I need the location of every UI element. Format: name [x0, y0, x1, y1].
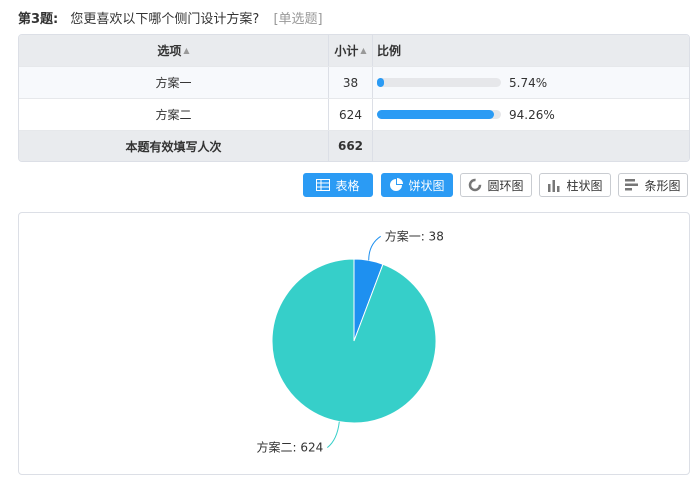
- question-header: 第3题: 您更喜欢以下哪个侧门设计方案? [单选题]: [18, 8, 323, 27]
- table-row: 方案一 38 5.74%: [19, 67, 689, 99]
- header-ratio-label: 比例: [377, 44, 402, 58]
- row-ratio: 5.74%: [373, 67, 689, 98]
- sort-icon[interactable]: ▲: [360, 46, 366, 55]
- table-button[interactable]: 表格: [303, 173, 373, 197]
- pie-chart: 方案一: 38 方案二: 624: [257, 228, 444, 455]
- donut-chart-icon: [468, 178, 482, 192]
- stats-table: 选项 ▲ 小计 ▲ 比例 方案一 38 5.74% 方案二 624 94.26%: [18, 34, 690, 162]
- footer-label: 本题有效填写人次: [19, 131, 329, 161]
- footer-count: 662: [329, 131, 373, 161]
- question-text: 您更喜欢以下哪个侧门设计方案?: [70, 12, 260, 27]
- pie-chart-icon: [389, 178, 404, 192]
- table-button-label: 表格: [335, 178, 360, 193]
- horizontal-bar-button[interactable]: 条形图: [618, 173, 688, 197]
- donut-chart-button-label: 圆环图: [487, 178, 524, 193]
- progress-bar: [377, 110, 501, 119]
- header-ratio: 比例: [373, 35, 689, 66]
- chart-toolbar: 表格 饼状图 圆环图 柱状图 条形图: [0, 173, 700, 199]
- pie-chart-button[interactable]: 饼状图: [381, 173, 453, 197]
- horizontal-bar-button-label: 条形图: [644, 178, 681, 193]
- pie-label-line: [326, 421, 340, 449]
- bar-chart-button-label: 柱状图: [566, 178, 603, 193]
- bar-chart-button[interactable]: 柱状图: [539, 173, 611, 197]
- table-header-row: 选项 ▲ 小计 ▲ 比例: [19, 35, 689, 67]
- pie-label: 方案一: 38: [385, 228, 444, 243]
- sort-icon[interactable]: ▲: [183, 46, 189, 55]
- footer-empty: [373, 131, 689, 161]
- header-option[interactable]: 选项 ▲: [19, 35, 329, 66]
- pie-slice[interactable]: [271, 258, 437, 424]
- row-option: 方案一: [19, 67, 329, 98]
- table-row: 方案二 624 94.26%: [19, 99, 689, 131]
- header-option-label: 选项: [157, 44, 182, 58]
- chart-panel: 方案一: 38 方案二: 624: [18, 212, 690, 475]
- table-icon: [316, 179, 331, 191]
- table-footer-row: 本题有效填写人次 662: [19, 131, 689, 161]
- question-type: [单选题]: [273, 12, 323, 27]
- donut-chart-button[interactable]: 圆环图: [460, 173, 532, 197]
- pie-chart-button-label: 饼状图: [408, 178, 445, 193]
- row-percent: 94.26%: [509, 107, 555, 122]
- row-percent: 5.74%: [509, 75, 548, 90]
- row-count: 38: [329, 67, 373, 98]
- pie-label-line: [368, 235, 381, 261]
- question-number: 第3题:: [18, 12, 59, 27]
- row-option: 方案二: [19, 99, 329, 130]
- bar-chart-icon: [547, 178, 561, 192]
- horizontal-bar-icon: [625, 178, 639, 192]
- header-count-label: 小计: [334, 44, 359, 58]
- progress-fill: [377, 78, 384, 87]
- progress-fill: [377, 110, 494, 119]
- progress-bar: [377, 78, 501, 87]
- row-count: 624: [329, 99, 373, 130]
- row-ratio: 94.26%: [373, 99, 689, 130]
- header-count[interactable]: 小计 ▲: [329, 35, 373, 66]
- pie-label: 方案二: 624: [257, 440, 324, 455]
